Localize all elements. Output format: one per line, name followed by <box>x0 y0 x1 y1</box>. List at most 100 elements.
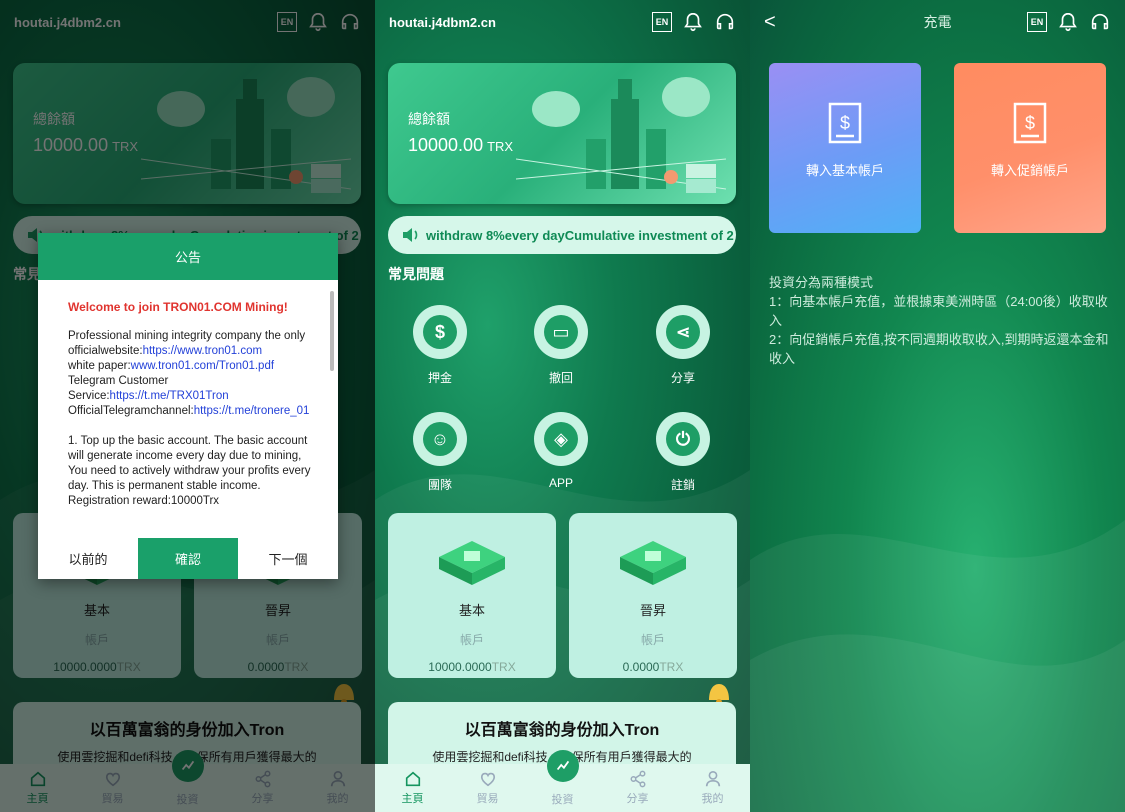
balance-unit: TRX <box>487 139 514 154</box>
faq-label: 撤回 <box>548 371 573 385</box>
faq-logout[interactable]: ⏻ 註銷 <box>643 412 723 493</box>
team-icon: ☺ <box>413 412 467 466</box>
faq-label: 團隊 <box>427 478 452 492</box>
chip-box-icon <box>620 541 686 585</box>
modal-line: Service:https://t.me/TRX01Tron <box>68 390 229 402</box>
faq-app[interactable]: ◈ APP <box>521 412 601 490</box>
balance-value-row: 10000.00TRX <box>408 135 513 156</box>
site-title: houtai.j4dbm2.cn <box>389 14 496 30</box>
dollar-document-icon: $ <box>1013 102 1047 144</box>
modal-line: Telegram Customer <box>68 375 169 387</box>
modal-scrollbar[interactable] <box>330 291 334 371</box>
home-screen: houtai.j4dbm2.cn EN 總餘額 10000.00 TRX wit… <box>375 0 750 812</box>
cube-icon: ◈ <box>534 412 588 466</box>
website-link[interactable]: https://www.tron01.com <box>143 345 263 357</box>
confirm-button[interactable]: 確認 <box>138 538 238 579</box>
modal-line: white paper:www.tron01.com/Tron01.pdf <box>68 360 275 372</box>
promotion-account-card[interactable]: 晉昇 帳戶 0.0000TRX <box>569 513 737 678</box>
svg-text:$: $ <box>840 113 850 133</box>
bell-icon[interactable] <box>682 11 704 33</box>
faq-label: APP <box>548 476 573 490</box>
card-label: 轉入促銷帳戶 <box>990 163 1069 178</box>
faq-deposit[interactable]: $ 押金 <box>400 305 480 386</box>
headset-icon[interactable] <box>714 11 736 33</box>
home-screen-with-modal: houtai.j4dbm2.cn EN 總餘額 10000.00TRX <box>0 0 375 812</box>
language-button[interactable]: EN <box>652 12 672 32</box>
nav-label: 貿易 <box>476 793 499 805</box>
nav-mine[interactable]: 我的 <box>675 764 750 812</box>
modal-line: OfficialTelegramchannel:https://t.me/tro… <box>68 405 310 417</box>
modal-line: officialwebsite:https://www.tron01.com <box>68 345 263 357</box>
faq-team[interactable]: ☺ 團隊 <box>400 412 480 493</box>
faq-share[interactable]: ⋖ 分享 <box>643 305 723 386</box>
share-icon: ⋖ <box>656 305 710 359</box>
balance-card: 總餘額 10000.00TRX <box>388 63 736 204</box>
promo-title: 以百萬富翁的身份加入Tron <box>464 722 660 739</box>
language-button[interactable]: EN <box>1027 12 1047 32</box>
dollar-document-icon: $ <box>828 102 862 144</box>
whitepaper-link[interactable]: www.tron01.com/Tron01.pdf <box>131 360 274 372</box>
screens-container: houtai.j4dbm2.cn EN 總餘額 10000.00TRX <box>0 0 1125 812</box>
modal-body[interactable]: Welcome to join TRON01.COM Mining! Profe… <box>38 280 338 538</box>
info-line: 1：向基本帳戶充值，並根據東美洲時區（24:00後）收取收入 <box>769 294 1108 328</box>
modal-paragraph: 1. Top up the basic account. The basic a… <box>68 435 311 492</box>
transfer-promotion-card[interactable]: $ 轉入促銷帳戶 <box>954 63 1106 233</box>
moneybag-icon: $ <box>413 305 467 359</box>
card-label: 轉入基本帳戶 <box>805 163 884 178</box>
previous-button[interactable]: 以前的 <box>38 538 138 579</box>
announcement-modal: 公告 Welcome to join TRON01.COM Mining! Pr… <box>38 233 338 579</box>
modal-footer: 以前的 確認 下一個 <box>38 538 338 579</box>
account-value: 0.0000 <box>622 660 660 674</box>
headset-icon[interactable] <box>1089 11 1111 33</box>
nav-label: 分享 <box>626 793 649 805</box>
modal-line: Registration reward:10000Trx <box>68 495 220 507</box>
info-line: 2：向促銷帳戶充值,按不同週期收取收入,到期時返還本金和收入 <box>769 332 1109 366</box>
home-icon <box>405 771 420 787</box>
modal-line: Professional mining integrity company th… <box>68 330 306 342</box>
next-button[interactable]: 下一個 <box>238 538 338 579</box>
speaker-icon <box>403 228 418 242</box>
account-sub: 帳戶 <box>640 633 665 647</box>
basic-account-card[interactable]: 基本 帳戶 10000.0000TRX <box>388 513 556 678</box>
nav-home[interactable]: 主頁 <box>375 764 450 812</box>
transfer-basic-card[interactable]: $ 轉入基本帳戶 <box>769 63 921 233</box>
power-icon: ⏻ <box>656 412 710 466</box>
account-unit: TRX <box>491 660 516 674</box>
account-value-row: 0.0000TRX <box>569 660 737 674</box>
account-name: 基本 <box>458 603 485 618</box>
chip-box-icon <box>439 541 505 585</box>
svg-text:$: $ <box>1025 113 1035 133</box>
bell-icon[interactable] <box>1057 11 1079 33</box>
balance-value: 10000.00 <box>408 135 484 155</box>
telegram-service-link[interactable]: https://t.me/TRX01Tron <box>110 390 229 402</box>
top-icons: EN <box>652 11 736 33</box>
marquee-text: withdraw 8%every dayCumulative investmen… <box>426 227 734 243</box>
announcement-marquee[interactable]: withdraw 8%every dayCumulative investmen… <box>388 216 736 254</box>
nav-share[interactable]: 分享 <box>600 764 675 812</box>
account-value: 10000.0000 <box>428 660 492 674</box>
account-unit: TRX <box>659 660 684 674</box>
investment-info: 投資分為兩種模式 1：向基本帳戶充值，並根據東美洲時區（24:00後）收取收入 … <box>769 273 1109 368</box>
faq-label: 押金 <box>427 371 452 385</box>
recharge-header: < 充電 EN <box>750 0 1125 44</box>
share-icon <box>630 770 645 788</box>
nav-invest[interactable]: 投資 <box>525 750 600 812</box>
info-line: 投資分為兩種模式 <box>769 275 874 290</box>
top-icons: EN <box>1027 11 1111 33</box>
nav-label: 投資 <box>551 794 574 806</box>
recharge-screen: < 充電 EN $ 轉入基本帳戶 $ 轉入促銷帳戶 投資分為兩種模式 1：向基本… <box>750 0 1125 812</box>
faq-withdraw[interactable]: ▭ 撤回 <box>521 305 601 386</box>
telegram-channel-link[interactable]: https://t.me/tronere_01 <box>194 405 310 417</box>
top-bar: houtai.j4dbm2.cn EN <box>375 0 750 44</box>
account-value-row: 10000.0000TRX <box>388 660 556 674</box>
faq-section-title: 常見問題 <box>388 266 444 282</box>
chart-icon <box>546 750 579 782</box>
balance-label: 總餘額 <box>408 111 450 127</box>
bottom-nav: 主頁 貿易 投資 分享 我的 <box>375 750 750 812</box>
card-icon: ▭ <box>534 305 588 359</box>
faq-label: 註銷 <box>670 478 695 492</box>
modal-title: 公告 <box>38 233 338 280</box>
faq-label: 分享 <box>670 371 695 385</box>
user-icon <box>705 770 720 787</box>
nav-trade[interactable]: 貿易 <box>450 764 525 812</box>
